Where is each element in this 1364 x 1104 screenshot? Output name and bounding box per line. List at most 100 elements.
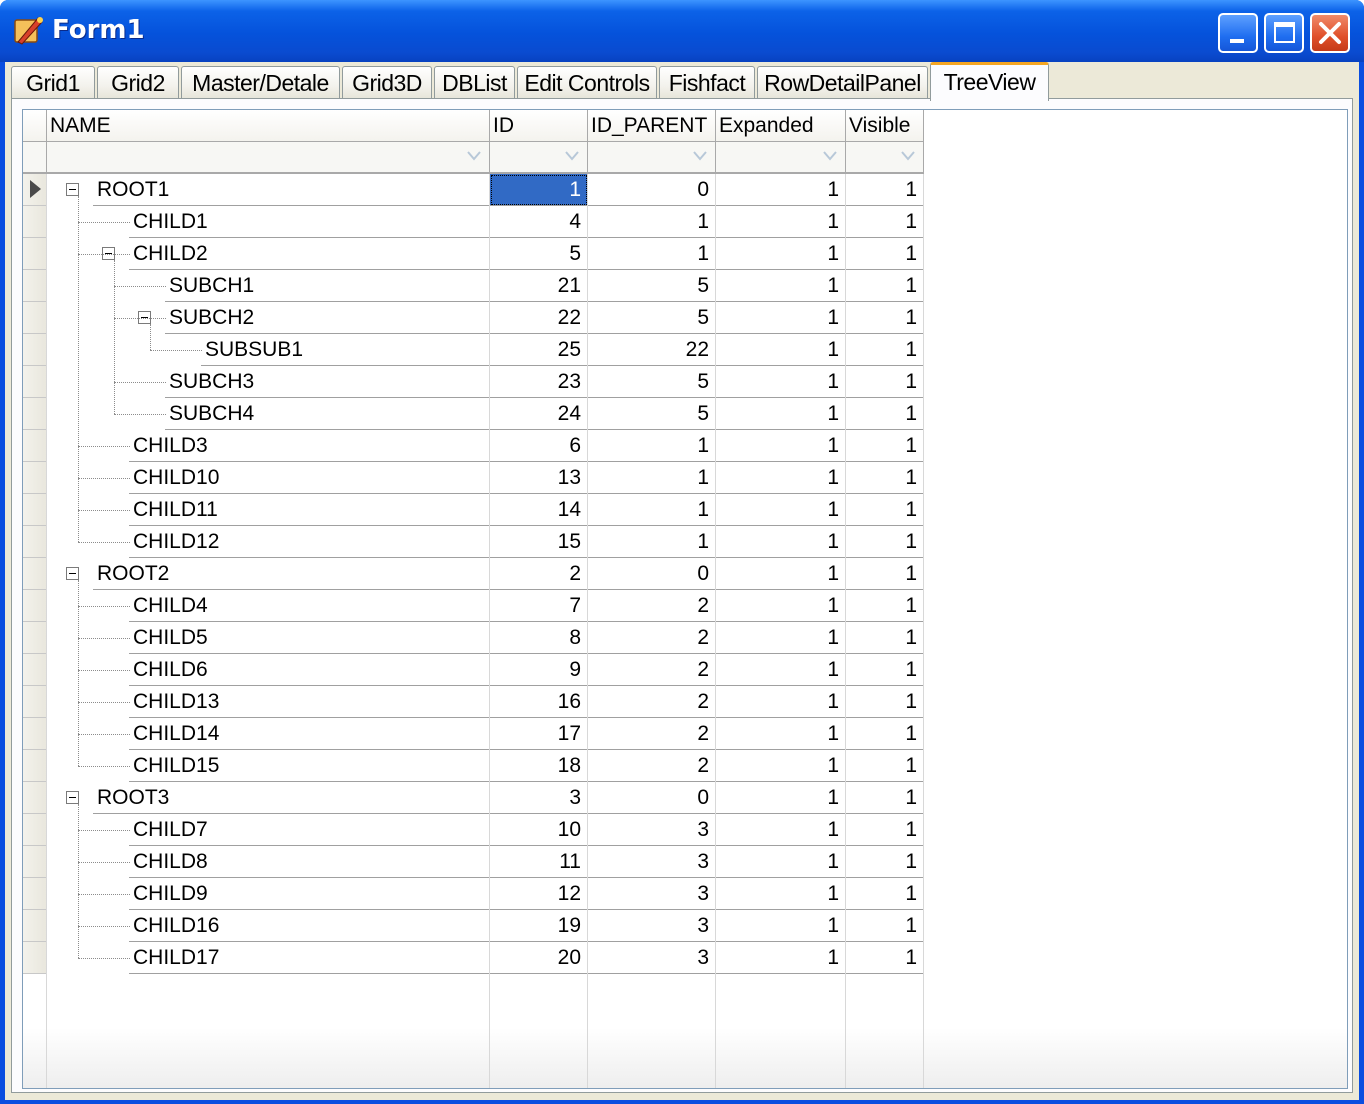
collapse-icon[interactable] [66, 791, 79, 804]
cell-id-parent[interactable]: 5 [588, 366, 716, 398]
cell-visible[interactable]: 1 [846, 718, 924, 750]
cell-id-parent[interactable]: 1 [588, 526, 716, 558]
title-bar[interactable]: Form1 [0, 0, 1364, 62]
cell-id-parent[interactable]: 5 [588, 398, 716, 430]
cell-expanded[interactable]: 1 [716, 206, 846, 238]
filter-cell-id[interactable] [490, 142, 588, 174]
row-indicator[interactable] [23, 622, 47, 654]
cell-expanded[interactable]: 1 [716, 782, 846, 814]
cell-id[interactable]: 6 [490, 430, 588, 462]
cell-visible[interactable]: 1 [846, 558, 924, 590]
row-indicator[interactable] [23, 686, 47, 718]
cell-id[interactable]: 5 [490, 238, 588, 270]
cell-visible[interactable]: 1 [846, 238, 924, 270]
cell-visible[interactable]: 1 [846, 878, 924, 910]
cell-id-parent[interactable]: 3 [588, 814, 716, 846]
cell-id-parent[interactable]: 2 [588, 590, 716, 622]
table-row[interactable]: CHILD4 7 2 1 1 [47, 590, 924, 622]
table-row[interactable]: CHILD7 10 3 1 1 [47, 814, 924, 846]
cell-id-parent[interactable]: 2 [588, 654, 716, 686]
cell-id-parent[interactable]: 22 [588, 334, 716, 366]
cell-id-parent[interactable]: 3 [588, 942, 716, 974]
tab-grid1[interactable]: Grid1 [11, 66, 95, 99]
collapse-icon[interactable] [66, 183, 79, 196]
column-header-name[interactable]: NAME [47, 110, 490, 142]
cell-name[interactable]: ROOT3 [47, 782, 490, 814]
row-indicator[interactable] [23, 910, 47, 942]
cell-id[interactable]: 22 [490, 302, 588, 334]
tab-dblist[interactable]: DBList [434, 66, 515, 99]
row-indicator[interactable] [23, 590, 47, 622]
table-row[interactable]: CHILD3 6 1 1 1 [47, 430, 924, 462]
filter-cell-expanded[interactable] [716, 142, 846, 174]
cell-id-parent[interactable]: 5 [588, 270, 716, 302]
maximize-button[interactable] [1264, 13, 1304, 53]
row-indicator[interactable] [23, 462, 47, 494]
cell-id[interactable]: 8 [490, 622, 588, 654]
cell-id-parent[interactable]: 2 [588, 718, 716, 750]
cell-id[interactable]: 11 [490, 846, 588, 878]
cell-visible[interactable]: 1 [846, 174, 924, 206]
row-indicator[interactable] [23, 558, 47, 590]
table-row[interactable]: CHILD13 16 2 1 1 [47, 686, 924, 718]
close-button[interactable] [1310, 13, 1350, 53]
table-row[interactable]: CHILD17 20 3 1 1 [47, 942, 924, 974]
column-header-id-parent[interactable]: ID_PARENT [588, 110, 716, 142]
table-row[interactable]: SUBCH4 24 5 1 1 [47, 398, 924, 430]
cell-visible[interactable]: 1 [846, 366, 924, 398]
cell-id[interactable]: 16 [490, 686, 588, 718]
cell-id-parent[interactable]: 3 [588, 878, 716, 910]
tab-fishfact[interactable]: Fishfact [659, 66, 755, 99]
table-row[interactable]: ROOT2 2 0 1 1 [47, 558, 924, 590]
cell-visible[interactable]: 1 [846, 686, 924, 718]
cell-id[interactable]: 21 [490, 270, 588, 302]
row-indicator[interactable] [23, 238, 47, 270]
cell-expanded[interactable]: 1 [716, 878, 846, 910]
column-header-id[interactable]: ID [490, 110, 588, 142]
row-indicator[interactable] [23, 270, 47, 302]
cell-expanded[interactable]: 1 [716, 622, 846, 654]
cell-id[interactable]: 25 [490, 334, 588, 366]
cell-id-parent[interactable]: 0 [588, 782, 716, 814]
cell-id[interactable]: 4 [490, 206, 588, 238]
cell-expanded[interactable]: 1 [716, 494, 846, 526]
cell-expanded[interactable]: 1 [716, 942, 846, 974]
row-indicator[interactable] [23, 398, 47, 430]
cell-name[interactable]: ROOT2 [47, 558, 490, 590]
cell-visible[interactable]: 1 [846, 270, 924, 302]
table-row[interactable]: CHILD2 5 1 1 1 [47, 238, 924, 270]
cell-expanded[interactable]: 1 [716, 334, 846, 366]
cell-visible[interactable]: 1 [846, 910, 924, 942]
row-indicator[interactable] [23, 814, 47, 846]
cell-id-parent[interactable]: 0 [588, 558, 716, 590]
cell-id-parent[interactable]: 1 [588, 430, 716, 462]
cell-visible[interactable]: 1 [846, 302, 924, 334]
cell-visible[interactable]: 1 [846, 942, 924, 974]
table-row[interactable]: ROOT3 3 0 1 1 [47, 782, 924, 814]
cell-expanded[interactable]: 1 [716, 910, 846, 942]
minimize-button[interactable] [1218, 13, 1258, 53]
row-indicator[interactable] [23, 206, 47, 238]
table-row[interactable]: CHILD11 14 1 1 1 [47, 494, 924, 526]
cell-id[interactable]: 14 [490, 494, 588, 526]
row-indicator[interactable] [23, 430, 47, 462]
cell-expanded[interactable]: 1 [716, 558, 846, 590]
cell-id[interactable]: 15 [490, 526, 588, 558]
row-indicator[interactable] [23, 718, 47, 750]
cell-visible[interactable]: 1 [846, 334, 924, 366]
cell-visible[interactable]: 1 [846, 206, 924, 238]
cell-expanded[interactable]: 1 [716, 846, 846, 878]
cell-id-parent[interactable]: 1 [588, 494, 716, 526]
filter-cell-name[interactable] [47, 142, 490, 174]
cell-id-parent[interactable]: 2 [588, 622, 716, 654]
cell-id[interactable]: 10 [490, 814, 588, 846]
cell-id[interactable]: 2 [490, 558, 588, 590]
cell-expanded[interactable]: 1 [716, 750, 846, 782]
cell-visible[interactable]: 1 [846, 654, 924, 686]
cell-id[interactable]: 20 [490, 942, 588, 974]
cell-id[interactable]: 13 [490, 462, 588, 494]
cell-expanded[interactable]: 1 [716, 686, 846, 718]
tab-edit-controls[interactable]: Edit Controls [517, 66, 657, 99]
filter-dropdown-icon[interactable] [821, 148, 839, 164]
cell-id[interactable]: 1 [490, 174, 588, 206]
